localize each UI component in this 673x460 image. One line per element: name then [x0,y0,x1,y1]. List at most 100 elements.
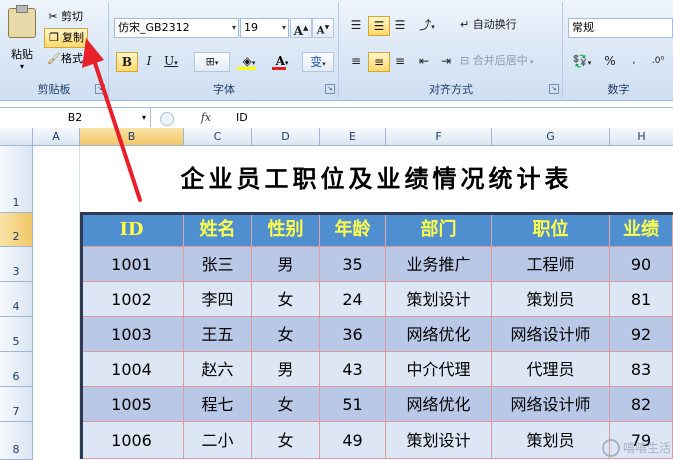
sheet-title[interactable]: 企业员工职位及业绩情况统计表 [80,146,673,206]
table-cell-id[interactable]: 1006 [80,422,184,459]
table-cell-name[interactable]: 李四 [184,282,252,317]
table-cell-name[interactable]: 二小 [184,422,252,459]
table-cell-position[interactable]: 网络设计师 [492,387,610,422]
table-cell-age[interactable]: 36 [320,317,386,352]
row-header-8[interactable]: 8 [0,422,33,460]
table-cell-age[interactable]: 35 [320,247,386,282]
header-cell-department[interactable]: 部门 [386,213,492,247]
header-cell-position[interactable]: 职位 [492,213,610,247]
row-header-6[interactable]: 6 [0,352,33,387]
header-cell-age[interactable]: 年龄 [320,213,386,247]
table-cell-department[interactable]: 策划设计 [386,422,492,459]
align-middle-button[interactable]: ☰ [368,16,390,36]
table-cell-age[interactable]: 43 [320,352,386,387]
table-cell-department[interactable]: 网络优化 [386,317,492,352]
table-cell-age[interactable]: 24 [320,282,386,317]
font-size-select[interactable]: 19 ▾ [240,18,289,38]
dialog-launcher-icon[interactable]: ↘ [95,84,105,94]
table-cell-gender[interactable]: 男 [252,247,320,282]
grow-font-button[interactable]: A▲ [290,18,312,38]
column-header-h[interactable]: H [610,128,673,146]
row-header-1[interactable]: 1 [0,146,33,213]
table-cell-gender[interactable]: 女 [252,422,320,459]
formula-input[interactable]: ID [236,108,248,127]
header-cell-gender[interactable]: 性别 [252,213,320,247]
table-cell-performance[interactable]: 83 [610,352,673,387]
table-cell-id[interactable]: 1002 [80,282,184,317]
column-header-a[interactable]: A [33,128,80,146]
decrease-indent-button[interactable]: ⇤ [414,52,434,70]
column-header-c[interactable]: C [184,128,252,146]
dialog-launcher-icon[interactable]: ↘ [549,84,559,94]
accounting-format-button[interactable]: 💱▾ [568,52,596,70]
table-cell-name[interactable]: 张三 [184,247,252,282]
column-header-d[interactable]: D [252,128,320,146]
align-right-button[interactable]: ≡ [390,52,410,70]
table-cell-id[interactable]: 1005 [80,387,184,422]
table-cell-id[interactable]: 1003 [80,317,184,352]
table-cell-name[interactable]: 程七 [184,387,252,422]
font-color-button[interactable]: A▾ [268,52,296,70]
shrink-font-button[interactable]: A▼ [312,18,334,38]
table-cell-position[interactable]: 工程师 [492,247,610,282]
table-cell-id[interactable]: 1001 [80,247,184,282]
table-cell-age[interactable]: 49 [320,422,386,459]
cut-button[interactable]: ✂ 剪切 [44,8,86,26]
table-cell-gender[interactable]: 女 [252,387,320,422]
table-cell-position[interactable]: 网络设计师 [492,317,610,352]
header-cell-id[interactable]: ID [80,213,184,247]
table-cell-department[interactable]: 业务推广 [386,247,492,282]
table-cell-position[interactable]: 策划员 [492,282,610,317]
column-header-e[interactable]: E [320,128,386,146]
column-header-b[interactable]: B [80,128,184,146]
table-cell-performance[interactable]: 92 [610,317,673,352]
increase-indent-button[interactable]: ⇥ [436,52,456,70]
copy-button[interactable]: ❐ 复制 [44,28,88,48]
column-header-g[interactable]: G [492,128,610,146]
italic-button[interactable]: I [140,52,158,70]
align-bottom-button[interactable]: ☰ [390,16,410,34]
table-cell-performance[interactable]: 82 [610,387,673,422]
number-format-select[interactable]: 常规 [568,18,673,38]
header-cell-name[interactable]: 姓名 [184,213,252,247]
align-center-button[interactable]: ≡ [368,52,390,72]
table-cell-name[interactable]: 赵六 [184,352,252,387]
underline-button[interactable]: U▾ [160,52,182,70]
table-cell-performance[interactable]: 90 [610,247,673,282]
table-cell-age[interactable]: 51 [320,387,386,422]
select-all-button[interactable] [0,128,33,146]
font-name-select[interactable]: 仿宋_GB2312 ▾ [114,18,239,38]
bold-button[interactable]: B [116,52,138,72]
insert-function-button[interactable]: fx [186,108,226,127]
dialog-launcher-icon[interactable]: ↘ [325,84,335,94]
worksheet-grid[interactable]: A B C D E F G H 1 2 3 4 5 6 7 8 企业员工职位及业… [0,128,673,460]
table-cell-id[interactable]: 1004 [80,352,184,387]
table-cell-department[interactable]: 策划设计 [386,282,492,317]
column-header-f[interactable]: F [386,128,492,146]
header-cell-performance[interactable]: 业绩 [610,213,673,247]
table-cell-name[interactable]: 王五 [184,317,252,352]
align-left-button[interactable]: ≡ [346,52,366,70]
table-cell-position[interactable]: 代理员 [492,352,610,387]
percent-button[interactable]: % [600,52,620,70]
table-cell-department[interactable]: 中介代理 [386,352,492,387]
format-painter-button[interactable]: 🖌格式 [44,50,86,68]
increase-decimal-button[interactable]: .0⁰ [646,52,670,70]
table-cell-performance[interactable]: 81 [610,282,673,317]
table-cell-gender[interactable]: 男 [252,352,320,387]
row-header-7[interactable]: 7 [0,387,33,422]
orientation-button[interactable]: ⤴▾ [414,16,440,34]
table-cell-gender[interactable]: 女 [252,317,320,352]
row-header-3[interactable]: 3 [0,247,33,282]
row-header-4[interactable]: 4 [0,282,33,317]
name-box[interactable]: B2 ▾ [0,108,151,127]
comma-style-button[interactable]: , [624,52,644,70]
phonetic-button[interactable]: 变▾ [302,52,334,72]
table-cell-position[interactable]: 策划员 [492,422,610,459]
merge-center-button[interactable]: ⊟ 合并后居中 ▾ [460,52,554,70]
fill-color-button[interactable]: ◈▾ [234,52,264,70]
table-cell-department[interactable]: 网络优化 [386,387,492,422]
align-top-button[interactable]: ☰ [346,16,366,34]
table-cell-gender[interactable]: 女 [252,282,320,317]
wrap-text-button[interactable]: ↵ 自动换行 [460,16,538,34]
